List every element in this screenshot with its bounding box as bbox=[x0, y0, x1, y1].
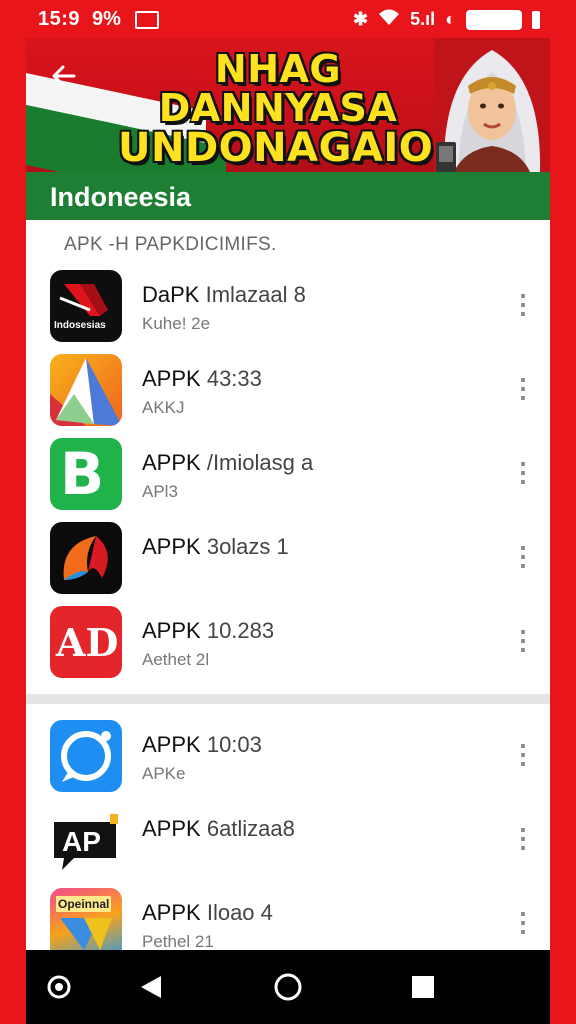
more-options-icon[interactable]: ⋮ bbox=[510, 370, 536, 406]
battery-icon bbox=[466, 9, 522, 30]
swirl-logo-icon bbox=[50, 522, 122, 594]
back-arrow-icon[interactable] bbox=[48, 60, 80, 92]
blue-chat-logo-icon bbox=[50, 720, 122, 792]
wifi-icon bbox=[378, 8, 400, 31]
signal-text: 5.ıl bbox=[410, 9, 436, 29]
more-options-icon[interactable]: ⋮ bbox=[510, 454, 536, 490]
back-nav-button[interactable] bbox=[126, 950, 176, 1024]
assistant-icon[interactable] bbox=[34, 950, 84, 1024]
green-b-logo-icon: B bbox=[50, 438, 122, 510]
more-options-icon[interactable]: ⋮ bbox=[510, 904, 536, 940]
colorful-logo-icon: Opeinnal bbox=[50, 888, 122, 950]
app-version: 10:03 bbox=[206, 732, 262, 757]
app-name: APPK bbox=[142, 732, 201, 757]
bluetooth-icon: ✱ bbox=[353, 9, 369, 29]
app-name: APPK bbox=[142, 618, 201, 643]
app-subtitle: Pethel 21 bbox=[142, 932, 214, 950]
app-subtitle: APKe bbox=[142, 764, 186, 783]
app-name: APPK bbox=[142, 534, 201, 559]
section-title: Indoneesia bbox=[50, 182, 192, 212]
status-right-group: ✱ 5.ıl ◐ bbox=[353, 8, 540, 31]
list-item[interactable]: Indosesias DaPK Imlazaal 8 Kuhe! 2e ⋮ bbox=[26, 264, 550, 344]
hijab-woman-illustration-icon bbox=[434, 38, 550, 172]
status-time: 15:9 bbox=[38, 8, 81, 30]
app-subtitle: Aethet 2l bbox=[142, 650, 210, 669]
app-version: 6atlizaa8 bbox=[206, 816, 295, 841]
list-item[interactable]: APPK 10:03 APKe ⋮ bbox=[26, 714, 550, 794]
list-item[interactable]: B APPK /Imiolasg a APl3 ⋮ bbox=[26, 432, 550, 512]
list-item[interactable]: APPK 3olazs 1 ⋮ bbox=[26, 516, 550, 596]
red-ad-logo-icon: AD bbox=[50, 606, 122, 678]
promo-banner: NHAG DANNYASA UNDONAGAIO! bbox=[26, 38, 550, 172]
home-nav-button[interactable] bbox=[263, 950, 313, 1024]
list-divider bbox=[26, 694, 550, 704]
app-window: NHAG DANNYASA UNDONAGAIO! Indoneesia APK… bbox=[26, 38, 550, 950]
app-name: APPK bbox=[142, 450, 201, 475]
orange-triangle-logo-icon bbox=[50, 354, 122, 426]
icon-label: Indosesias bbox=[54, 320, 106, 331]
ap-bubble-logo-icon: AP bbox=[50, 804, 122, 876]
app-title: APPK 3olazs 1 bbox=[142, 534, 289, 560]
banner-headline: NHAG DANNYASA UNDONAGAIO! bbox=[118, 47, 453, 171]
list-item[interactable]: Opeinnal APPK Iloao 4 Pethel 21 ⋮ bbox=[26, 882, 550, 950]
app-title: APPK 43:33 bbox=[142, 366, 262, 392]
red-play-logo-icon: Indosesias bbox=[50, 270, 122, 342]
more-options-icon[interactable]: ⋮ bbox=[510, 286, 536, 322]
app-title: APPK /Imiolasg a bbox=[142, 450, 313, 476]
app-subtitle: Kuhe! 2e bbox=[142, 314, 211, 333]
app-name: DaPK bbox=[142, 282, 200, 307]
app-version: 3olazs 1 bbox=[206, 534, 289, 559]
app-name: APPK bbox=[142, 816, 201, 841]
system-nav-bar bbox=[26, 950, 550, 1024]
app-subtitle: AKKJ bbox=[142, 398, 185, 417]
list-item[interactable]: APPK 43:33 AKKJ ⋮ bbox=[26, 348, 550, 428]
recents-nav-button[interactable] bbox=[398, 950, 448, 1024]
icon-letters: AD bbox=[56, 620, 119, 665]
battery-small-icon bbox=[532, 10, 540, 29]
more-options-icon[interactable]: ⋮ bbox=[510, 736, 536, 772]
section-subheader: APK -H PAPKDICIMIFS. bbox=[64, 234, 277, 255]
app-version: Iloao 4 bbox=[206, 900, 273, 925]
app-version: 10.283 bbox=[206, 618, 275, 643]
status-bar: 15:9 9% ✱ 5.ıl ◐ bbox=[0, 0, 576, 40]
app-title: DaPK Imlazaal 8 bbox=[142, 282, 306, 308]
app-version: /Imiolasg a bbox=[206, 450, 314, 475]
app-name: APPK bbox=[142, 900, 201, 925]
app-title: APPK 10:03 bbox=[142, 732, 262, 758]
icon-letter: B bbox=[60, 440, 105, 508]
banner-line-1: NHAG DANNYASA bbox=[158, 47, 398, 130]
app-title: APPK 6atlizaa8 bbox=[142, 816, 295, 842]
icon-letters: AP bbox=[62, 826, 101, 857]
app-name: APPK bbox=[142, 366, 201, 391]
app-version: Imlazaal 8 bbox=[205, 282, 306, 307]
app-title: APPK Iloao 4 bbox=[142, 900, 273, 926]
more-options-icon[interactable]: ⋮ bbox=[510, 538, 536, 574]
alarm-icon: ◐ bbox=[445, 9, 456, 29]
image-notification-icon bbox=[135, 11, 159, 29]
app-subtitle: APl3 bbox=[142, 482, 178, 501]
status-battery-percent: 9% bbox=[92, 8, 121, 30]
list-item[interactable]: AD APPK 10.283 Aethet 2l ⋮ bbox=[26, 600, 550, 680]
section-header: Indoneesia bbox=[26, 172, 550, 220]
app-version: 43:33 bbox=[206, 366, 262, 391]
more-options-icon[interactable]: ⋮ bbox=[510, 622, 536, 658]
more-options-icon[interactable]: ⋮ bbox=[510, 820, 536, 856]
banner-line-2: UNDONAGAIO! bbox=[118, 124, 453, 171]
list-item[interactable]: AP APPK 6atlizaa8 ⋮ bbox=[26, 798, 550, 878]
app-title: APPK 10.283 bbox=[142, 618, 274, 644]
